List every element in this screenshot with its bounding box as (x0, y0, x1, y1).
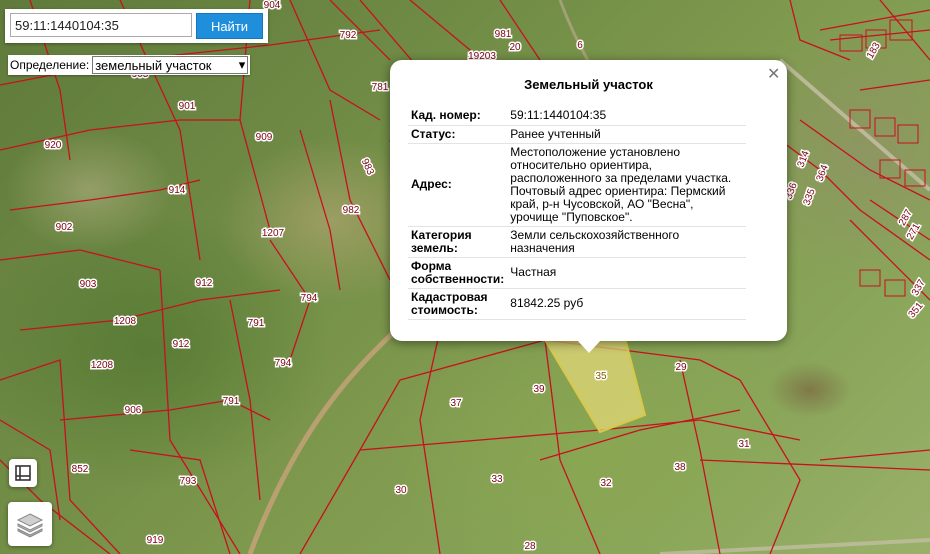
parcel-label: 903 (80, 279, 97, 290)
parcel-label: 909 (256, 132, 273, 143)
parcel-label: 33 (491, 474, 503, 485)
parcel-label: 1207 (262, 228, 285, 239)
row-value: 81842.25 руб (507, 288, 746, 320)
definition-row: Определение: земельный участок ▾ (8, 55, 251, 75)
parcel-label: 793 (180, 476, 197, 487)
popup-pointer (577, 340, 601, 353)
parcel-label: 914 (169, 185, 186, 196)
parcel-label: 38 (674, 462, 686, 473)
chevron-down-icon: ▾ (238, 57, 246, 72)
table-row: Статус: Ранее учтенный (408, 125, 746, 144)
row-value: 59:11:1440104:35 (507, 107, 746, 126)
definition-select[interactable]: земельный участок ▾ (92, 56, 249, 74)
road (659, 538, 930, 554)
table-row: Кад. номер: 59:11:1440104:35 (408, 107, 746, 126)
layers-icon (16, 513, 44, 538)
row-key: Адрес: (408, 143, 508, 227)
parcel-label: 781 (372, 82, 389, 93)
popup-scroll-area[interactable]: Кад. номер: 59:11:1440104:35 Статус: Ран… (408, 107, 763, 325)
parcel-label: 183 (865, 40, 883, 60)
parcel-label: 920 (45, 140, 62, 151)
parcel-label: 983 (359, 157, 376, 177)
legend-button[interactable] (9, 459, 37, 487)
parcel-label: 364 (815, 163, 831, 183)
parcel-label: 31 (738, 439, 750, 450)
parcel-label: 1208 (91, 360, 114, 371)
parcel-label: 982 (343, 205, 360, 216)
parcel-label: 791 (248, 318, 265, 329)
definition-label: Определение: (10, 58, 90, 72)
parcel-label: 351 (907, 300, 926, 320)
parcel-label: 29 (675, 362, 687, 373)
parcel-info-popup: Земельный участок ✕ Кад. номер: 59:11:14… (390, 60, 787, 341)
row-key: Статус: (408, 125, 508, 144)
parcel-label: 20 (509, 42, 521, 53)
parcel-label: 1208 (114, 316, 137, 327)
row-key: Форма собственности: (408, 257, 508, 289)
search-panel: Найти (5, 9, 268, 43)
row-key: Кад. номер: (408, 107, 508, 126)
close-icon[interactable]: ✕ (767, 64, 780, 84)
parcel-label: 852 (72, 464, 89, 475)
row-key: Кадастровая стоимость: (408, 288, 508, 320)
row-value: Ранее учтенный (507, 125, 746, 144)
legend-icon (15, 465, 31, 481)
parcel-label: 919 (147, 535, 164, 546)
popup-title: Земельный участок (524, 77, 653, 92)
parcel-label: 28 (524, 541, 536, 552)
table-row: Кадастровая стоимость: 81842.25 руб (408, 288, 746, 320)
parcel-label: 906 (125, 405, 142, 416)
definition-selected: земельный участок (95, 57, 212, 73)
table-row: Форма собственности: Частная (408, 257, 746, 289)
parcel-label: 794 (301, 293, 318, 304)
parcel-label: 314 (796, 149, 812, 169)
parcel-label: 35 (595, 371, 607, 382)
parcel-label: 794 (275, 358, 292, 369)
layers-button[interactable] (8, 502, 52, 546)
parcel-label: 792 (340, 30, 357, 41)
parcel-label: 39 (533, 384, 545, 395)
parcel-label: 791 (223, 396, 240, 407)
table-row: Адрес: Местоположение установлено относи… (408, 143, 746, 227)
find-button[interactable]: Найти (196, 13, 263, 39)
parcel-label: 30 (395, 485, 407, 496)
parcel-label: 901 (179, 101, 196, 112)
cadastral-number-input[interactable] (10, 13, 192, 37)
parcel-label: 32 (600, 478, 612, 489)
row-key: Категория земель: (408, 226, 508, 258)
parcel-label: 37 (450, 398, 462, 409)
parcel-label: 981 (495, 29, 512, 40)
parcel-label: 6 (577, 40, 583, 51)
parcel-label: 912 (196, 278, 213, 289)
row-value: Земли сельскохозяйственного назначения (507, 226, 746, 258)
table-row: Категория земель: Земли сельскохозяйстве… (408, 226, 746, 258)
parcel-label: 912 (173, 339, 190, 350)
parcel-label: 902 (56, 222, 73, 233)
row-value: Частная (507, 257, 746, 289)
row-value: Местоположение установлено относительно … (507, 143, 746, 227)
info-table: Кад. номер: 59:11:1440104:35 Статус: Ран… (408, 107, 746, 320)
parcel-label: 335 (802, 187, 818, 207)
